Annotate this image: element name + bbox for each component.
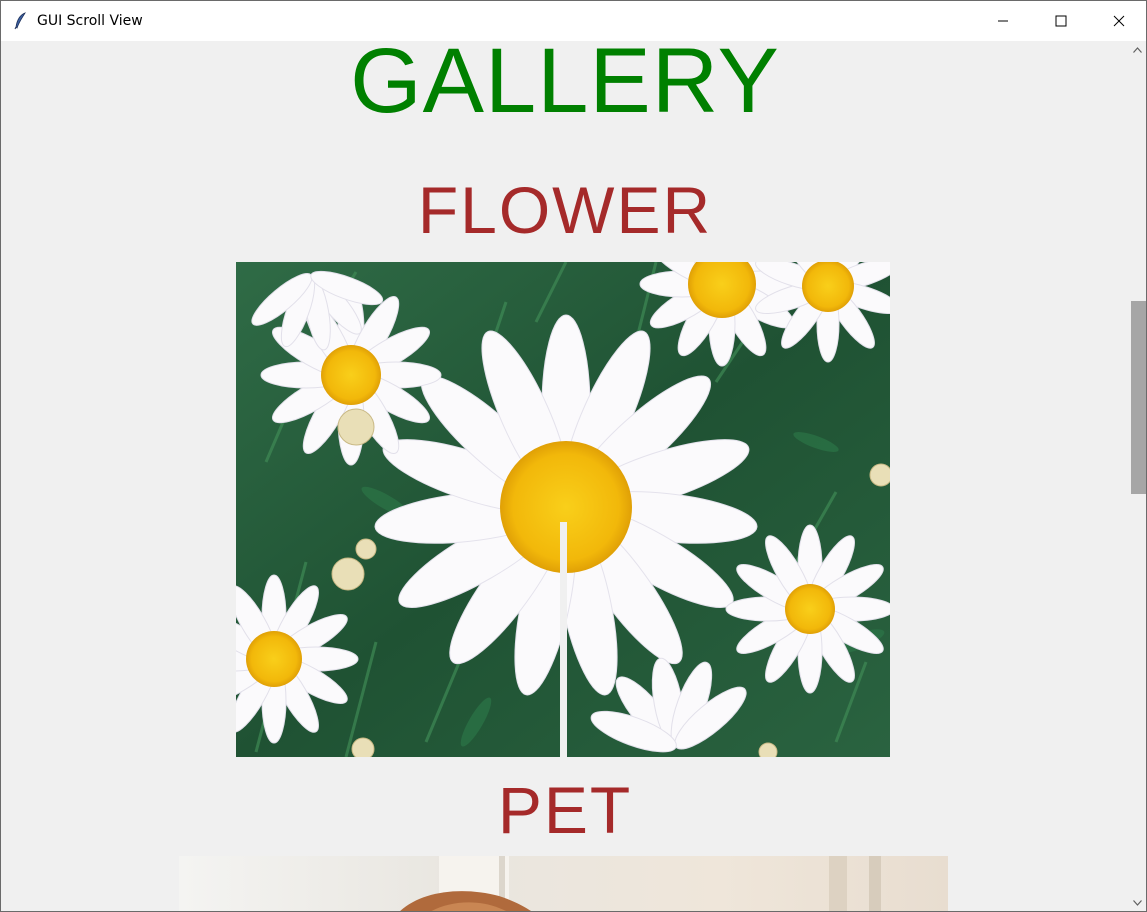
feather-icon	[14, 12, 26, 30]
scroll-content[interactable]: GALLERY FLOWER PET	[1, 41, 1129, 911]
gallery-heading: GALLERY	[350, 41, 780, 132]
window-title: GUI Scroll View	[37, 13, 143, 29]
minimize-icon	[998, 20, 1008, 22]
maximize-icon	[1055, 15, 1067, 27]
scroll-up-button[interactable]	[1129, 41, 1146, 58]
close-icon	[1113, 15, 1125, 27]
flower-section-title: FLOWER	[417, 173, 713, 247]
separator-line	[560, 522, 567, 762]
vertical-scrollbar[interactable]	[1129, 41, 1146, 911]
maximize-button[interactable]	[1032, 1, 1090, 41]
pet-section-title: PET	[497, 773, 633, 847]
close-button[interactable]	[1090, 1, 1146, 41]
app-window: GUI Scroll View GALLERY FLOWER PET	[0, 0, 1147, 912]
title-bar[interactable]: GUI Scroll View	[1, 1, 1146, 41]
scrollbar-thumb[interactable]	[1131, 301, 1146, 494]
pet-photo-image	[179, 856, 948, 911]
scroll-down-button[interactable]	[1129, 894, 1146, 911]
chevron-down-icon	[1133, 899, 1142, 906]
chevron-up-icon	[1133, 46, 1142, 53]
minimize-button[interactable]	[974, 1, 1032, 41]
